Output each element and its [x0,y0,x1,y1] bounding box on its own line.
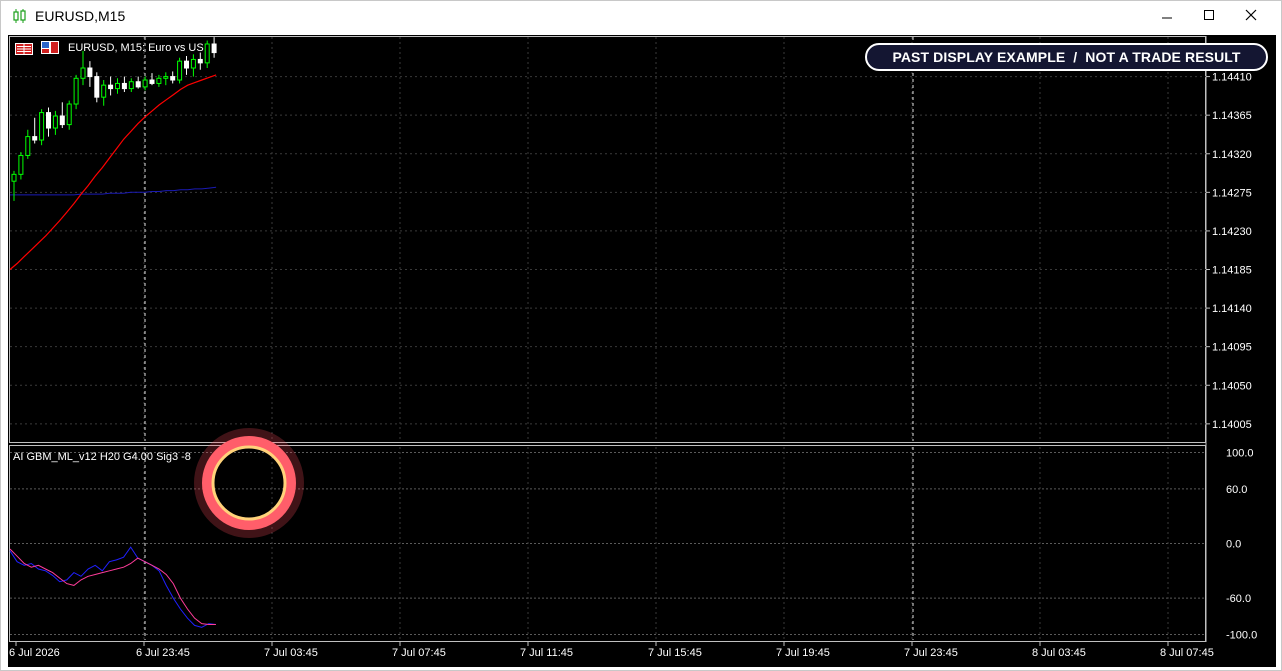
x-tick-label: 7 Jul 11:45 [520,647,573,659]
price-axis: 1.14410 1.14365 1.14320 1.14275 1.14230 1.141… [1206,72,1252,431]
maximize-button[interactable] [1188,1,1230,33]
window-title: EURUSD,M15 [35,8,126,24]
candle-body [115,82,120,90]
x-tick-label: 8 Jul 03:45 [1032,647,1086,659]
indicator-label: AI GBM_ML_v12 H20 G4.00 Sig3 -8 [13,451,191,463]
candle-body [177,60,183,81]
candle-body [121,82,127,90]
y-tick-label: 1.14140 [1212,303,1252,315]
candle-body [18,154,24,175]
candle-body [184,60,189,69]
close-button[interactable] [1230,1,1272,33]
main-pane-border [9,36,1206,443]
x-tick-label: 7 Jul 15:45 [648,647,702,659]
oscillator-blue-line [9,546,216,628]
minimize-button[interactable] [1146,1,1188,33]
grid-lines [10,37,1206,640]
candle-body [163,76,169,79]
candle-body [170,76,176,81]
candle-body [142,79,148,88]
maximize-icon [1203,8,1215,26]
candle-body [52,115,58,129]
y-tick-label: 1.14320 [1212,149,1252,161]
indicator-tick-label: -100.0 [1226,630,1257,642]
indicator-axis: 100.0 60.0 0.0 -60.0 -100.0 [1226,447,1257,641]
y-tick-label: 1.14095 [1212,342,1252,354]
ma-fast-line [9,74,217,270]
oscillator-lines [9,546,216,628]
moving-averages [9,74,217,270]
y-tick-label: 1.14365 [1212,110,1252,122]
candle-body [46,112,51,129]
candle-body [66,103,72,126]
indicator-tick-label: -60.0 [1226,593,1251,605]
y-tick-label: 1.14410 [1212,72,1252,84]
chart-window: EURUSD,M15 1.14410 1.14365 1.14320 1.142… [0,0,1282,671]
candle-body [156,77,162,84]
highlight-ring [194,428,304,538]
price-chart-canvas[interactable]: 1.14410 1.14365 1.14320 1.14275 1.14230 1.141… [8,35,1276,667]
indicator-tick-label: 0.0 [1226,539,1241,551]
eu-flag-icon [15,42,33,60]
x-tick-label: 7 Jul 19:45 [776,647,830,659]
minimize-icon [1161,8,1173,26]
chart-area[interactable]: 1.14410 1.14365 1.14320 1.14275 1.14230 1.141… [8,35,1276,667]
candle-body [108,84,114,90]
candle-body [190,58,196,69]
candle-body [94,76,100,98]
candle-body [101,84,107,98]
y-tick-label: 1.14005 [1212,419,1252,431]
candle-body [25,136,31,156]
time-axis: 6 Jul 2026 6 Jul 23:45 7 Jul 03:45 7 Jul 07… [9,642,1214,659]
indicator-tick-label: 60.0 [1226,484,1247,496]
candle-body [149,79,155,84]
title-bar[interactable]: EURUSD,M15 [1,1,1281,33]
indicator-tick-label: 100.0 [1226,447,1254,459]
candle-body [59,115,65,126]
x-tick-label: 7 Jul 23:45 [904,647,958,659]
candle-body [11,173,17,182]
candle-body [135,81,141,88]
x-tick-label: 6 Jul 2026 [9,647,60,659]
period-separators [144,37,914,640]
x-tick-label: 7 Jul 07:45 [392,647,446,659]
candle-body [128,81,134,90]
x-tick-label: 7 Jul 03:45 [264,647,318,659]
ma-slow-line [10,186,217,196]
candle-body [32,136,38,141]
x-tick-label: 8 Jul 07:45 [1160,647,1214,659]
us-flag-icon [41,41,59,59]
candle-body [204,43,210,64]
candle-body [211,43,217,54]
candles [11,37,217,201]
y-tick-label: 1.14275 [1212,187,1252,199]
candle-body [80,67,86,79]
disclaimer-banner: PAST DISPLAY EXAMPLE / NOT A TRADE RESUL… [865,43,1268,71]
close-icon [1245,8,1257,26]
candle-body [87,67,93,78]
x-tick-label: 6 Jul 23:45 [136,647,190,659]
y-tick-label: 1.14230 [1212,226,1252,238]
candle-body [39,112,45,141]
candle-body [73,77,79,105]
candle-body [197,58,203,64]
y-tick-label: 1.14050 [1212,380,1252,392]
candlestick-chart-icon [13,9,27,28]
symbol-label: EURUSD, M15: Euro vs US [68,42,204,54]
y-tick-label: 1.14185 [1212,265,1252,277]
